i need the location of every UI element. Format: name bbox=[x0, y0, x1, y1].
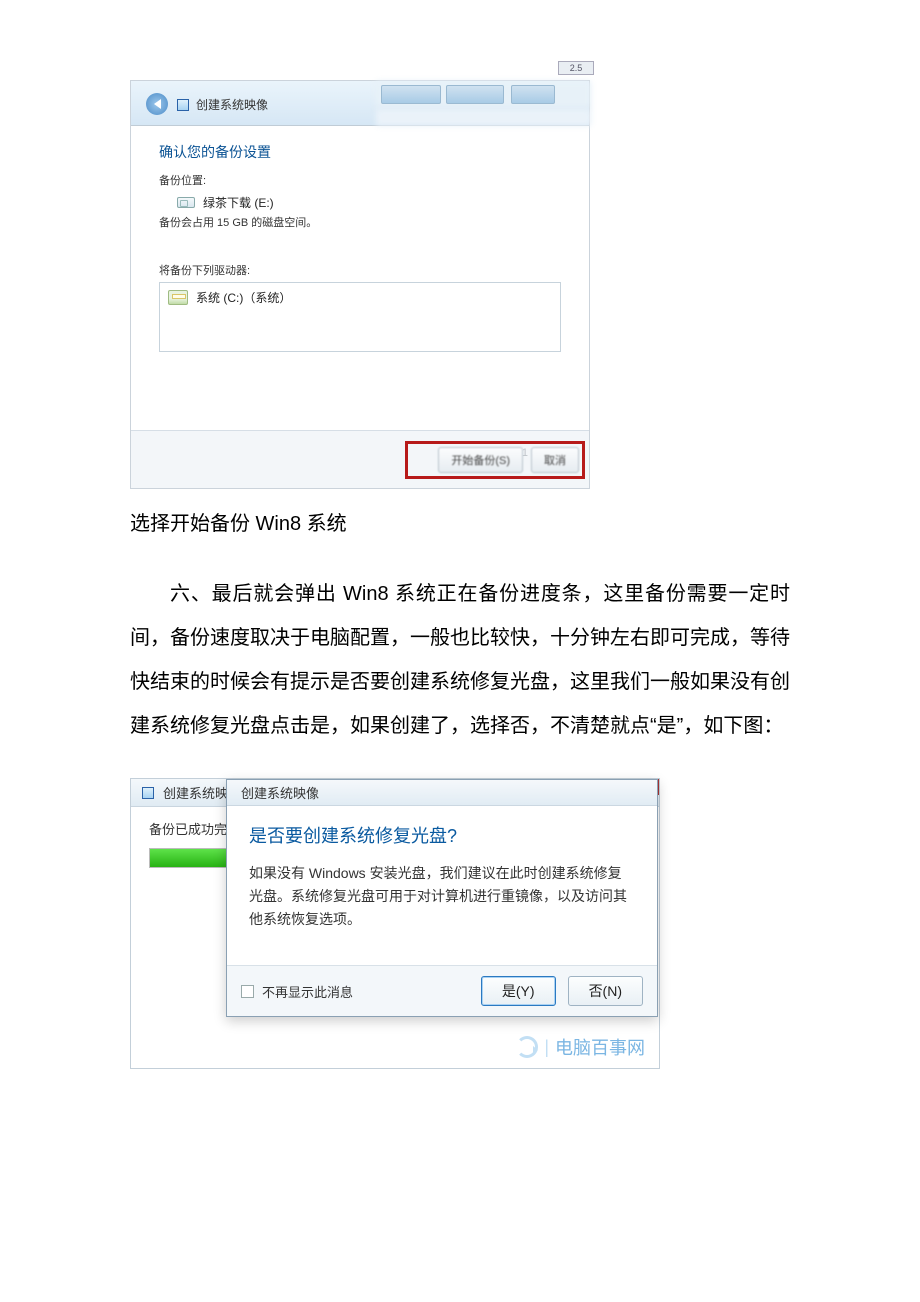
article-paragraph: 六、最后就会弹出 Win8 系统正在备份进度条，这里备份需要一定时间，备份速度取… bbox=[130, 572, 790, 748]
dialog-footer: 不再显示此消息 是(Y) 否(N) bbox=[227, 965, 657, 1016]
taskbar-button bbox=[511, 85, 555, 104]
dont-show-label: 不再显示此消息 bbox=[262, 982, 353, 1001]
confirm-backup-window: 2.5 创建系统映像 确认您的备份设置 备份位置: 绿茶下载 (E:) 备份会占… bbox=[130, 80, 590, 489]
titlebar-lower-blur bbox=[376, 109, 591, 126]
dialog-body: 是否要创建系统修复光盘? 如果没有 Windows 安装光盘，我们建议在此时创建… bbox=[227, 806, 657, 965]
system-drive-icon bbox=[168, 290, 188, 305]
window-body: 确认您的备份设置 备份位置: 绿茶下载 (E:) 备份会占用 15 GB 的磁盘… bbox=[131, 126, 589, 360]
backup-progress-window: 创建系统映像 — □ × 备份已成功完 创建系统映像 是否要创建系统修复光盘? … bbox=[130, 778, 660, 1069]
system-image-icon bbox=[141, 786, 155, 800]
backup-drive: 绿茶下载 (E:) bbox=[177, 194, 561, 211]
drives-to-backup-label: 将备份下列驱动器: bbox=[159, 262, 561, 278]
dont-show-checkbox[interactable] bbox=[241, 985, 254, 998]
space-note: 备份会占用 15 GB 的磁盘空间。 bbox=[159, 214, 561, 230]
logo-swirl-icon bbox=[516, 1036, 538, 1058]
repair-disc-dialog: 创建系统映像 是否要创建系统修复光盘? 如果没有 Windows 安装光盘，我们… bbox=[226, 779, 658, 1017]
list-item: 系统 (C:)（系统） bbox=[168, 289, 552, 306]
watermark: | 电脑百事网 bbox=[516, 1034, 645, 1060]
taskbar-button bbox=[446, 85, 504, 104]
dialog-text: 如果没有 Windows 安装光盘，我们建议在此时创建系统修复光盘。系统修复光盘… bbox=[249, 862, 635, 931]
window-footer: PC841 开始备份(S) 取消 bbox=[131, 430, 589, 488]
yes-button[interactable]: 是(Y) bbox=[481, 976, 556, 1006]
window-tag: 2.5 bbox=[558, 61, 594, 75]
drives-list: 系统 (C:)（系统） bbox=[159, 282, 561, 352]
window-titlebar: 创建系统映像 bbox=[131, 81, 589, 126]
window-title: 创建系统映像 bbox=[176, 96, 268, 113]
disk-icon bbox=[177, 197, 195, 208]
back-arrow-icon[interactable] bbox=[146, 93, 168, 115]
no-button[interactable]: 否(N) bbox=[568, 976, 643, 1006]
red-highlight-box bbox=[405, 441, 585, 479]
window-title-text: 创建系统映像 bbox=[196, 96, 268, 113]
watermark-text: 电脑百事网 bbox=[555, 1034, 645, 1060]
backup-location-label: 备份位置: bbox=[159, 172, 561, 188]
figure-caption: 选择开始备份 Win8 系统 bbox=[130, 507, 790, 536]
section-heading: 确认您的备份设置 bbox=[159, 142, 561, 162]
backup-drive-name: 绿茶下载 (E:) bbox=[203, 194, 274, 211]
system-image-icon bbox=[176, 98, 190, 112]
dialog-question: 是否要创建系统修复光盘? bbox=[249, 822, 635, 848]
taskbar-button bbox=[381, 85, 441, 104]
system-drive-label: 系统 (C:)（系统） bbox=[196, 289, 291, 306]
dialog-title: 创建系统映像 bbox=[227, 780, 657, 806]
window-body: 备份已成功完 创建系统映像 是否要创建系统修复光盘? 如果没有 Windows … bbox=[131, 807, 659, 1068]
